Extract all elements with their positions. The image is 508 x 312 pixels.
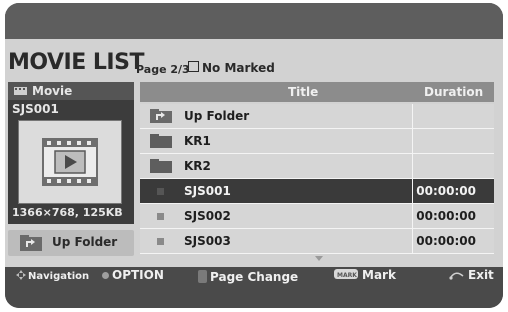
option-dot-icon [102,272,109,279]
exit-back-icon [449,272,464,280]
up-folder-button[interactable]: Up Folder [8,230,134,256]
file-list: Title Duration Up Folder KR1 KR2 SJS001 … [140,82,494,254]
marked-status: No Marked [188,61,275,75]
page-title: MOVIE LIST [8,50,144,75]
file-bullet-icon [157,188,164,195]
up-folder-icon [150,109,172,123]
hint-option: OPTION [102,268,164,282]
list-row-title: KR2 [184,159,211,173]
hint-option-label: OPTION [112,268,164,282]
list-row-kr2[interactable]: KR2 [140,154,494,179]
preview-panel: Movie SJS001 1366×768, 125KB [8,82,134,224]
column-title-header: Title [288,85,319,99]
list-rows: Up Folder KR1 KR2 SJS001 00:00:00 SJS002… [140,104,494,254]
film-icon [14,87,27,95]
checkbox-icon [188,61,199,72]
preview-resolution-size: 1366×768, 125KB [12,206,123,219]
page-indicator: Page 2/3 [136,63,190,76]
list-row-up-folder[interactable]: Up Folder [140,104,494,129]
column-divider [412,104,413,128]
file-bullet-icon [157,238,164,245]
list-row-duration: 00:00:00 [416,184,476,198]
hint-navigation-label: Navigation [28,271,90,282]
up-folder-icon [20,235,42,251]
column-divider [412,179,413,203]
film-play-icon [42,138,98,186]
list-row-title: SJS001 [184,184,231,198]
list-row-kr1[interactable]: KR1 [140,129,494,154]
list-row-title: SJS002 [184,209,231,223]
screen: MOVIE LIST Page 2/3 No Marked Movie SJS0… [0,0,508,312]
preview-file-name: SJS001 [12,102,59,116]
column-divider [412,204,413,228]
list-row-sjs003[interactable]: SJS003 00:00:00 [140,229,494,254]
column-divider [412,229,413,253]
up-folder-button-label: Up Folder [52,235,118,249]
file-bullet-icon [157,213,164,220]
hint-mark: MARK Mark [334,268,396,282]
scroll-down-indicator[interactable] [315,256,323,261]
list-row-duration: 00:00:00 [416,234,476,248]
hint-mark-label: Mark [362,268,396,282]
hint-page-change-label: Page Change [210,270,299,284]
mark-key-label: MARK [337,272,357,279]
top-band [5,3,503,39]
column-divider [412,154,413,178]
list-row-duration: 00:00:00 [416,209,476,223]
list-header: Title Duration [140,82,494,102]
column-duration-header: Duration [424,85,484,99]
preview-category: Movie [32,84,73,98]
hint-page-change: Page Change [198,268,298,284]
mark-key-icon: MARK [334,269,358,279]
list-row-title: SJS003 [184,234,231,248]
folder-icon [150,134,172,148]
hint-navigation: Navigation [16,268,89,282]
preview-thumbnail [18,120,122,204]
list-row-title: KR1 [184,134,211,148]
list-row-sjs001[interactable]: SJS001 00:00:00 [140,179,494,204]
page-key-icon [198,270,207,283]
preview-header: Movie [8,82,134,100]
list-row-title: Up Folder [184,109,250,123]
hint-exit: Exit [449,268,494,282]
list-row-sjs002[interactable]: SJS002 00:00:00 [140,204,494,229]
column-divider [412,129,413,153]
marked-status-label: No Marked [202,61,275,75]
navigation-arrows-icon [16,270,26,280]
folder-icon [150,159,172,173]
hint-exit-label: Exit [468,268,494,282]
